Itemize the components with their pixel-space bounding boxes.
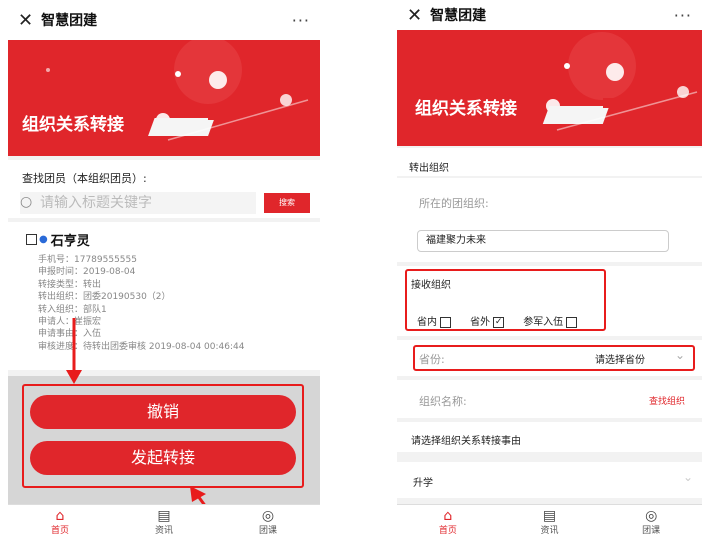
out-org-label: 所在的团组织: [419,197,489,210]
more-icon[interactable]: ··· [674,6,692,25]
banner-decoration [542,32,698,131]
search-label: 查找团员（本组织团员）: [8,160,320,190]
detail-line: 手机号：17789555555 [38,255,137,265]
banner-decoration [46,40,309,141]
reason-prompt: 请选择组织关系转接事由 [411,436,521,447]
tab-course[interactable]: ◎ 团课 [216,505,320,540]
org-name-row: 组织名称: 查找组织 [397,380,702,418]
tab-home[interactable]: ⌂ 首页 [397,505,499,540]
out-section-header: 转出组织 [397,148,702,176]
search-button[interactable]: 搜索 [264,193,310,213]
bottom-tab-bar: ⌂ 首页 ▤ 资讯 ◎ 团课 [397,504,702,540]
search-icon: ○ [20,194,33,210]
highlight-box [22,384,304,488]
tab-label: 资讯 [540,526,559,536]
tab-course[interactable]: ◎ 团课 [600,505,702,540]
detail-line: 申报时间：2019-08-04 [38,267,136,278]
tab-news[interactable]: ▤ 资讯 [112,505,216,540]
left-phone-screen: ✕ 智慧团建 ··· 组织关系转接 查找团员（本组织团员）: 请输入标题关键字 … [8,0,320,540]
more-icon[interactable]: ··· [292,11,310,30]
chevron-down-icon: ⌄ [683,470,694,484]
window-title: 智慧团建 [41,13,98,29]
title-bar: ✕ 智慧团建 ··· [8,0,320,40]
banner-title: 组织关系转接 [22,115,124,135]
arrow-down-icon [66,318,82,384]
detail-line: 转出组织：团委20190530（2） [38,292,171,303]
course-icon: ◎ [645,508,658,524]
home-icon: ⌂ [55,508,65,524]
search-row: 请输入标题关键字 ○ 搜索 [8,190,320,218]
highlight-box [413,345,695,371]
tab-label: 团课 [258,526,277,536]
out-section-title: 转出组织 [409,163,449,174]
news-icon: ▤ [542,508,557,524]
detail-line: 转接类型：转出 [38,279,102,290]
tab-news[interactable]: ▤ 资讯 [499,505,601,540]
title-bar: ✕ 智慧团建 ··· [397,0,702,30]
out-org-row: 所在的团组织: [397,178,702,220]
banner-title: 组织关系转接 [415,99,517,119]
member-card[interactable]: ● 石亨灵 手机号：17789555555 申报时间：2019-08-04 转接… [8,222,320,370]
org-name-label: 组织名称: [419,395,467,408]
reason-header: 请选择组织关系转接事由 [397,422,702,452]
news-icon: ▤ [157,508,171,524]
find-org-link[interactable]: 查找组织 [649,394,685,407]
banner: 组织关系转接 [397,30,702,146]
reason-row[interactable]: 升学 ⌄ [397,462,702,498]
right-phone-screen: ✕ 智慧团建 ··· 组织关系转接 转出组织 所在的团组织: 福建聚力未来 接收… [397,0,702,540]
close-icon[interactable]: ✕ [18,10,33,31]
window-title: 智慧团建 [430,8,487,24]
highlight-box [405,269,606,331]
detail-line: 转入组织：部队1 [38,304,107,315]
search-input[interactable]: 请输入标题关键字 [20,192,256,214]
home-icon: ⌂ [443,508,453,524]
out-org-input[interactable]: 福建聚力未来 [417,230,669,252]
banner: 组织关系转接 [8,40,320,156]
tab-label: 首页 [50,526,69,536]
tab-label: 首页 [438,526,457,536]
tab-label: 资讯 [154,526,173,536]
close-icon[interactable]: ✕ [407,5,422,26]
reason-value: 升学 [413,478,433,489]
member-checkbox[interactable] [26,233,37,245]
bottom-tab-bar: ⌂ 首页 ▤ 资讯 ◎ 团课 [8,504,320,540]
out-org-input-row: 福建聚力未来 [397,220,702,262]
tab-home[interactable]: ⌂ 首页 [8,505,112,540]
course-icon: ◎ [261,508,275,524]
user-icon: ● [39,233,48,245]
tab-label: 团课 [642,526,661,536]
member-name: 石亨灵 [50,233,90,249]
